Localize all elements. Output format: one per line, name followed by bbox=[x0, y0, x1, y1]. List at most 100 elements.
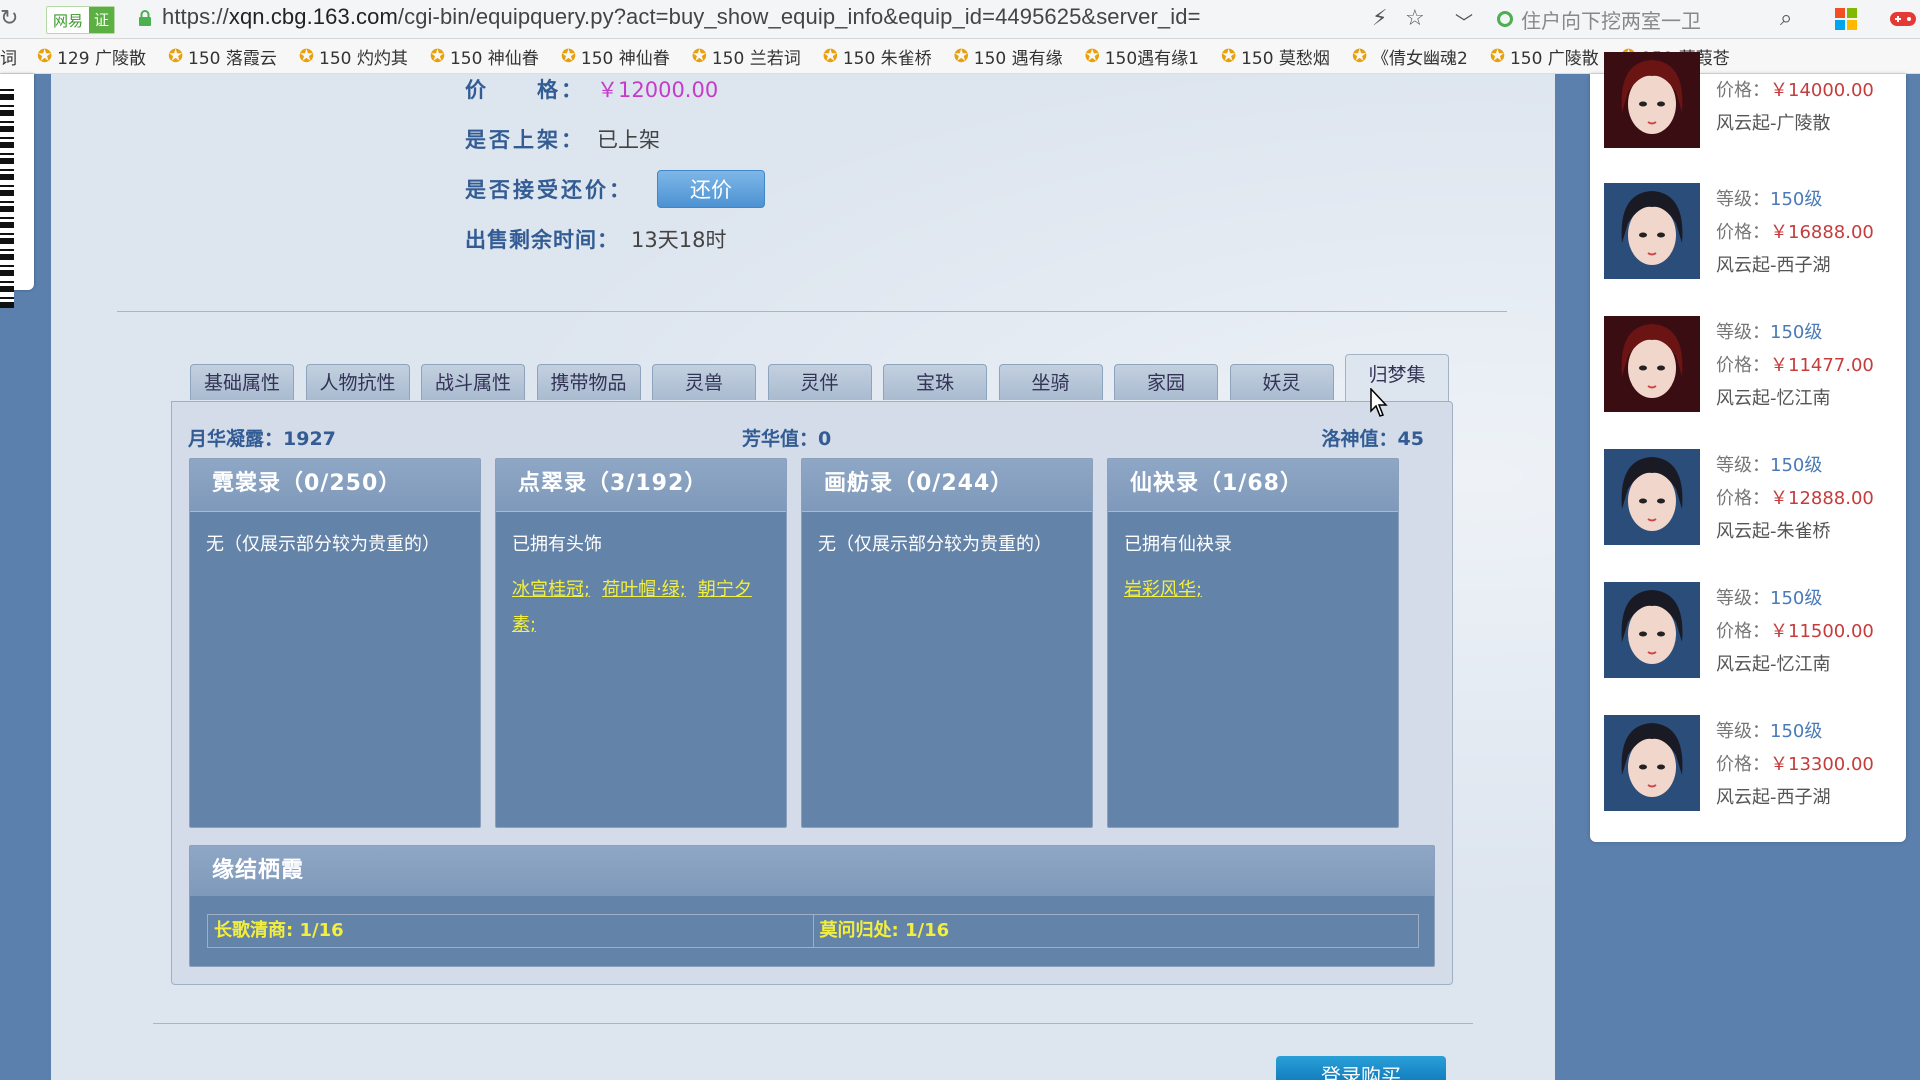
server-name: 风云起-忆江南 bbox=[1716, 388, 1831, 409]
listing-details: 等级：150级 价格：￥13300.00 风云起-西子湖 bbox=[1716, 715, 1874, 814]
bookmark-star-icon: ✪ bbox=[1489, 45, 1505, 67]
listing-details: 等级：150级 价格：￥11500.00 风云起-忆江南 bbox=[1716, 582, 1874, 681]
bookmark-star-icon: ✪ bbox=[298, 45, 314, 67]
price-label: 价格： bbox=[1716, 754, 1770, 775]
tab-4[interactable]: 灵兽 bbox=[652, 364, 756, 400]
bookmark-item[interactable]: ✪ 150 遇有缘 bbox=[954, 44, 1063, 69]
collection-card: 仙袂录（1/68） 已拥有仙袂录 岩彩风华; bbox=[1107, 458, 1399, 828]
similar-listing-item[interactable]: 等级：150级 价格：￥13300.00 风云起-西子湖 bbox=[1604, 715, 1904, 815]
bookmark-partial[interactable]: 词 bbox=[0, 44, 17, 69]
remaining-time-value: 13天18时 bbox=[631, 228, 727, 252]
bookmark-label: 150 神仙眷 bbox=[580, 48, 670, 69]
dream-collection-panel: 月华凝露：1927 芳华值：0 洛神值：45 霓裳录（0/250） 无（仅展示部分… bbox=[171, 401, 1453, 985]
bookmark-item[interactable]: ✪ 150 朱雀桥 bbox=[823, 44, 932, 69]
bookmark-label: 150 兰若词 bbox=[711, 48, 801, 69]
collection-item-link[interactable]: 荷叶帽·绿; bbox=[602, 579, 686, 600]
listing-details: 等级：150级 价格：￥12888.00 风云起-朱雀桥 bbox=[1716, 449, 1874, 548]
character-avatar bbox=[1604, 316, 1700, 412]
bookmark-star-icon: ✪ bbox=[953, 45, 969, 67]
tab-1[interactable]: 人物抗性 bbox=[305, 364, 410, 400]
search-icon[interactable]: ⌕ bbox=[1780, 6, 1792, 31]
url-host: xqn.cbg.163.com bbox=[228, 4, 398, 29]
search-input[interactable]: 住户向下挖两室一卫 bbox=[1497, 4, 1817, 34]
url-path: /cgi-bin/equipquery.py?act=buy_show_equi… bbox=[397, 4, 1201, 29]
security-badge[interactable]: 网易 证 bbox=[46, 6, 116, 34]
apps-grid-icon[interactable] bbox=[1835, 8, 1857, 30]
mouse-cursor-icon bbox=[1370, 388, 1388, 417]
bookmark-item[interactable]: ✪ 150 落霞云 bbox=[168, 44, 277, 69]
level-label: 等级： bbox=[1716, 189, 1770, 210]
collection-card: 点翠录（3/192） 已拥有头饰 冰宫桂冠; 荷叶帽·绿; 朝宁夕素; bbox=[495, 458, 787, 828]
gamepad-icon[interactable] bbox=[1888, 8, 1918, 30]
counter-offer-row: 是否接受还价： 还价 bbox=[465, 170, 765, 208]
counter-offer-button[interactable]: 还价 bbox=[657, 170, 765, 208]
tab-3[interactable]: 携带物品 bbox=[536, 364, 641, 400]
bookmark-item[interactable]: ✪ 150 灼灼其 bbox=[299, 44, 408, 69]
tab-10[interactable]: 归梦集 bbox=[1345, 354, 1449, 402]
tab-7[interactable]: 坐骑 bbox=[998, 364, 1103, 400]
bookmark-item[interactable]: ✪ 150 神仙眷 bbox=[561, 44, 670, 69]
star-icon[interactable]: ☆ bbox=[1405, 6, 1425, 31]
tab-8[interactable]: 家园 bbox=[1114, 364, 1218, 400]
card-items: 岩彩风华; bbox=[1124, 572, 1384, 607]
yuanjie-title: 缘结栖霞 bbox=[190, 846, 1434, 896]
similar-listing-item[interactable]: 价格：￥14000.00 风云起-广陵散 bbox=[1604, 52, 1904, 174]
price-value: ￥13300.00 bbox=[1770, 754, 1874, 775]
bookmark-item[interactable]: ✪ 《倩女幽魂2 bbox=[1352, 44, 1468, 69]
tab-6[interactable]: 宝珠 bbox=[883, 364, 987, 400]
bookmark-label: 150 落霞云 bbox=[188, 48, 277, 69]
url-scheme: https:// bbox=[162, 4, 229, 29]
similar-listings: 价格：￥14000.00 风云起-广陵散 等级：150级 价格：￥16888.00 风云… bbox=[1590, 52, 1906, 842]
listed-value: 已上架 bbox=[597, 128, 660, 152]
similar-listing-item[interactable]: 等级：150级 价格：￥12888.00 风云起-朱雀桥 bbox=[1604, 449, 1904, 549]
tab-2[interactable]: 战斗属性 bbox=[421, 364, 525, 400]
character-avatar bbox=[1604, 582, 1700, 678]
bookmark-item[interactable]: ✪ 150 兰若词 bbox=[692, 44, 801, 69]
price-label: 价格： bbox=[1716, 355, 1770, 376]
search-placeholder: 住户向下挖两室一卫 bbox=[1521, 8, 1701, 33]
bookmark-label: 150 遇有缘 bbox=[973, 48, 1063, 69]
price-label: 价 格： bbox=[465, 78, 585, 102]
tab-9[interactable]: 妖灵 bbox=[1229, 364, 1334, 400]
bookmark-label: 150遇有缘1 bbox=[1104, 48, 1199, 69]
similar-listing-item[interactable]: 等级：150级 价格：￥16888.00 风云起-西子湖 bbox=[1604, 183, 1904, 283]
address-bar: ↻ 网易 证 https://xqn.cbg.163.com/cgi-bin/e… bbox=[0, 0, 1920, 39]
lock-icon bbox=[139, 10, 151, 26]
bookmark-label: 150 莫愁烟 bbox=[1241, 48, 1330, 69]
tab-5[interactable]: 灵伴 bbox=[767, 364, 872, 400]
level-value: 150级 bbox=[1770, 455, 1823, 476]
badge-cert-text: 证 bbox=[89, 7, 115, 33]
bookmark-star-icon: ✪ bbox=[691, 45, 707, 67]
collection-item-link[interactable]: 岩彩风华; bbox=[1124, 579, 1202, 600]
collection-card: 画舫录（0/244） 无（仅展示部分较为贵重的） bbox=[801, 458, 1093, 828]
lightning-icon[interactable]: ⚡ bbox=[1372, 6, 1387, 31]
similar-listing-item[interactable]: 等级：150级 价格：￥11477.00 风云起-忆江南 bbox=[1604, 316, 1904, 416]
tab-0[interactable]: 基础属性 bbox=[190, 364, 294, 400]
listing-details: 等级：150级 价格：￥16888.00 风云起-西子湖 bbox=[1716, 183, 1874, 282]
qr-code-panel[interactable] bbox=[0, 74, 34, 308]
bookmark-item[interactable]: ✪ 150 神仙眷 bbox=[430, 44, 539, 69]
yuanjie-cell: 长歌清商: 1/16 bbox=[214, 920, 344, 941]
bookmark-item[interactable]: ✪ 150 莫愁烟 bbox=[1221, 44, 1330, 69]
server-name: 风云起-朱雀桥 bbox=[1716, 521, 1831, 542]
url-field[interactable]: https://xqn.cbg.163.com/cgi-bin/equipque… bbox=[162, 4, 1201, 30]
counter-offer-label: 是否接受还价： bbox=[465, 178, 633, 202]
bookmark-item[interactable]: ✪ 150 广陵散 bbox=[1490, 44, 1599, 69]
card-description: 无（仅展示部分较为贵重的） bbox=[206, 534, 440, 555]
bookmark-star-icon: ✪ bbox=[1220, 45, 1237, 67]
luoshen-stat: 洛神值：45 bbox=[1321, 428, 1424, 450]
chevron-down-icon[interactable]: ﹀ bbox=[1455, 9, 1473, 35]
bookmark-item[interactable]: ✪ 129 广陵散 bbox=[37, 44, 146, 69]
refresh-icon[interactable]: ↻ bbox=[0, 6, 18, 31]
level-label: 等级： bbox=[1716, 588, 1770, 609]
similar-listing-item[interactable]: 等级：150级 价格：￥11500.00 风云起-忆江南 bbox=[1604, 582, 1904, 682]
card-description: 已拥有头饰 bbox=[512, 534, 602, 555]
card-title: 霓裳录（0/250） bbox=[190, 459, 480, 512]
badge-brand-text: 网易 bbox=[53, 11, 84, 30]
bookmark-label: 150 广陵散 bbox=[1509, 48, 1599, 69]
login-buy-button[interactable]: 登录购买 bbox=[1276, 1056, 1446, 1080]
search-engine-icon bbox=[1497, 11, 1513, 27]
bookmark-item[interactable]: ✪ 150遇有缘1 bbox=[1085, 44, 1199, 69]
collection-item-link[interactable]: 冰宫桂冠; bbox=[512, 579, 590, 600]
card-title: 点翠录（3/192） bbox=[496, 459, 786, 512]
